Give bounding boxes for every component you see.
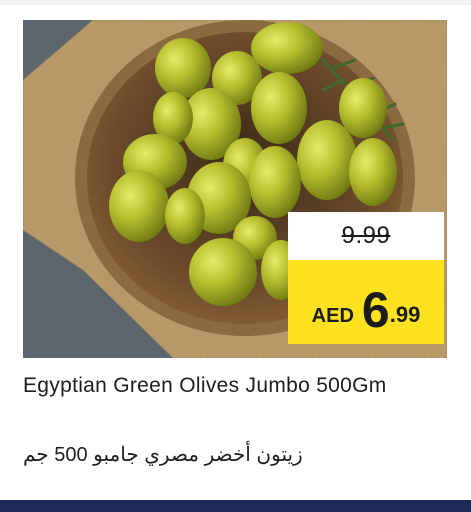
new-price-integer: 6 xyxy=(361,282,390,338)
new-price-decimal: .99 xyxy=(389,302,421,327)
currency-label: AED xyxy=(311,305,354,327)
bottom-bar xyxy=(0,500,471,512)
product-title-english[interactable]: Egyptian Green Olives Jumbo 500Gm xyxy=(23,372,453,400)
new-price-box: AED 6 .99 xyxy=(288,260,444,344)
old-price: 9.99 xyxy=(341,222,391,249)
top-divider xyxy=(0,0,471,5)
old-price-box: 9.99 xyxy=(288,212,444,260)
price-tag: 9.99 AED 6 .99 xyxy=(288,212,444,344)
product-title-arabic: زيتون أخضر مصري جامبو 500 جم xyxy=(23,444,303,466)
